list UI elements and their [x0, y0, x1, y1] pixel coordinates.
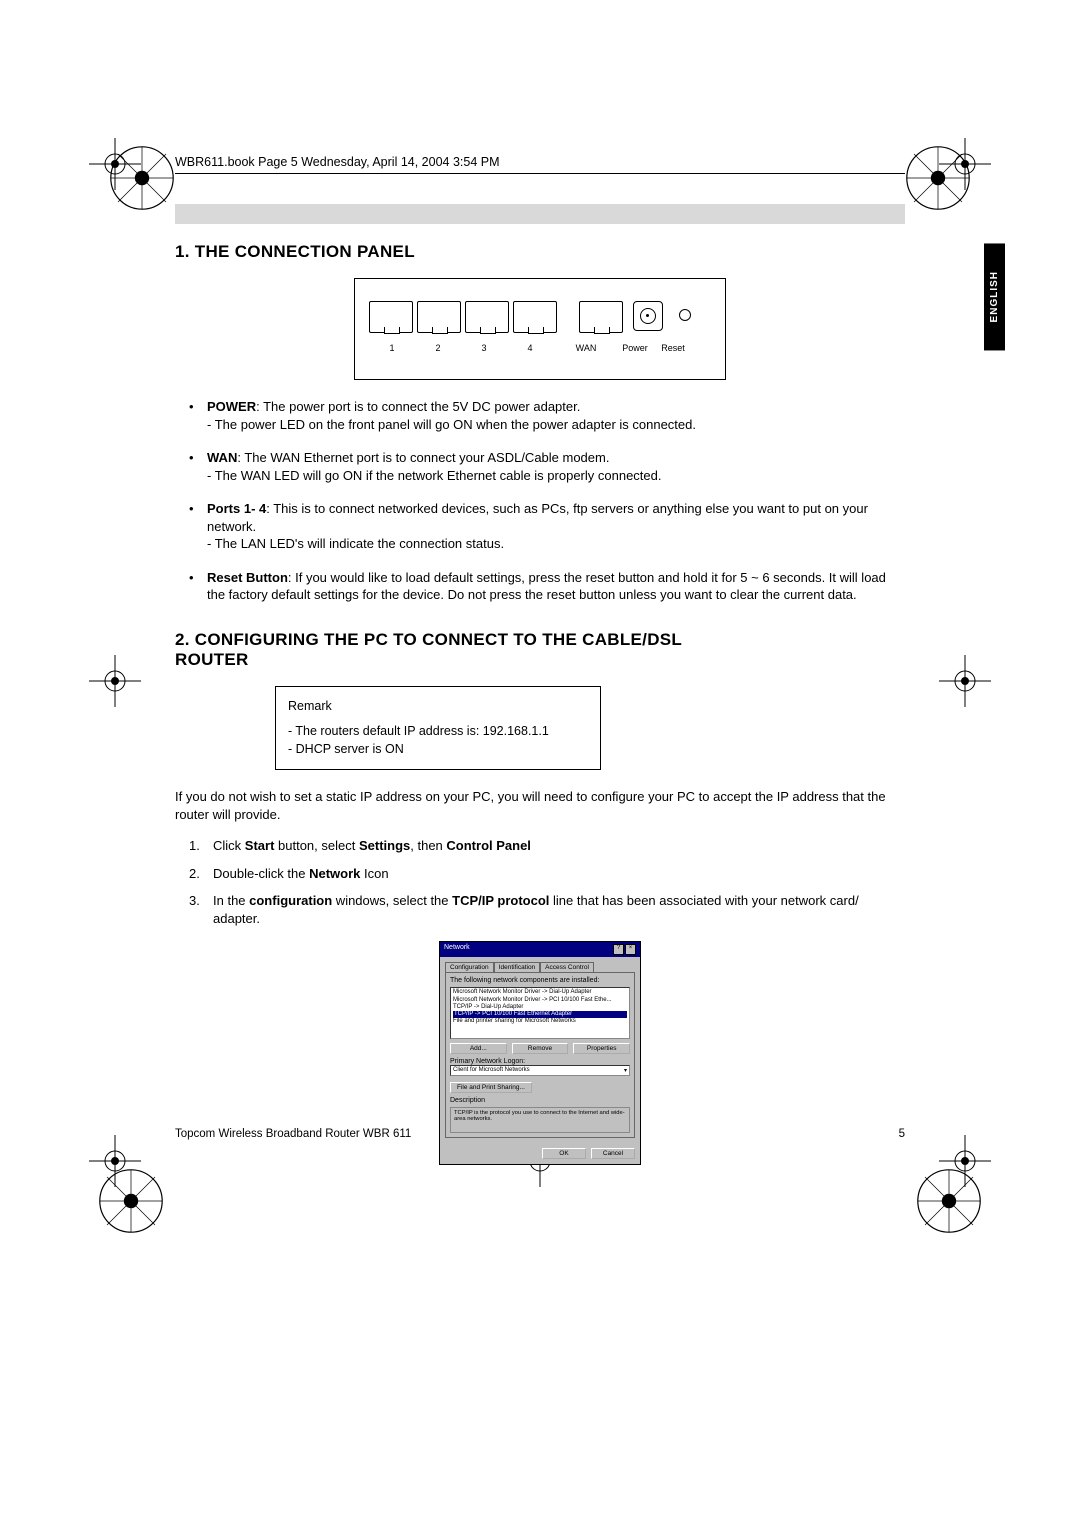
- step-item: In the configuration windows, select the…: [189, 892, 905, 927]
- help-icon[interactable]: ?: [613, 944, 624, 955]
- step-item: Click Start button, select Settings, the…: [189, 837, 905, 855]
- language-tab: ENGLISH: [984, 243, 1005, 350]
- body-paragraph: If you do not wish to set a static IP ad…: [175, 788, 905, 823]
- print-header: WBR611.book Page 5 Wednesday, April 14, …: [175, 155, 905, 174]
- description-label: Description: [450, 1097, 630, 1104]
- panel-description-list: POWER: The power port is to connect the …: [189, 398, 905, 604]
- properties-button[interactable]: Properties: [573, 1043, 630, 1054]
- file-print-sharing-button[interactable]: File and Print Sharing...: [450, 1082, 532, 1093]
- list-item: POWER: The power port is to connect the …: [189, 398, 905, 433]
- crop-rosette-icon: [106, 142, 178, 214]
- list-item: WAN: The WAN Ethernet port is to connect…: [189, 449, 905, 484]
- footer-page-number: 5: [899, 1128, 905, 1140]
- power-jack-icon: [633, 301, 663, 331]
- footer-product: Topcom Wireless Broadband Router WBR 611: [175, 1128, 411, 1140]
- section-1-title: 1. THE CONNECTION PANEL: [175, 242, 905, 262]
- chevron-down-icon: ▾: [624, 1067, 627, 1074]
- reset-hole-icon: [679, 309, 691, 321]
- crop-rosette-icon: [95, 1165, 167, 1237]
- grey-header-bar: [175, 204, 905, 224]
- remark-box: Remark - The routers default IP address …: [275, 686, 601, 770]
- list-item[interactable]: Microsoft Network Monitor Driver -> Dial…: [453, 989, 627, 996]
- wan-label: WAN: [557, 343, 615, 353]
- crop-rosette-icon: [902, 142, 974, 214]
- connection-panel-diagram: 1 2 3 4 WAN Power Reset: [354, 278, 726, 380]
- lan-port-2-icon: [417, 301, 461, 333]
- list-item: Reset Button: If you would like to load …: [189, 569, 905, 604]
- remark-line: - DHCP server is ON: [288, 740, 588, 759]
- tab-access-control[interactable]: Access Control: [540, 962, 594, 972]
- list-item[interactable]: Microsoft Network Monitor Driver -> PCI …: [453, 997, 627, 1004]
- remove-button[interactable]: Remove: [512, 1043, 569, 1054]
- components-listbox[interactable]: Microsoft Network Monitor Driver -> Dial…: [450, 987, 630, 1039]
- dialog-title: Network: [444, 944, 470, 955]
- lan-port-3-icon: [465, 301, 509, 333]
- list-item[interactable]: File and printer sharing for Microsoft N…: [453, 1018, 627, 1025]
- document-page: WBR611.book Page 5 Wednesday, April 14, …: [175, 155, 905, 1165]
- power-label: Power: [615, 343, 655, 353]
- primary-logon-combo[interactable]: Client for Microsoft Networks▾: [450, 1065, 630, 1076]
- port-label: 4: [507, 343, 553, 353]
- list-item: Ports 1- 4: This is to connect networked…: [189, 500, 905, 553]
- step-item: Double-click the Network Icon: [189, 865, 905, 883]
- crop-mark-icon: [89, 655, 141, 707]
- ok-button[interactable]: OK: [542, 1148, 586, 1159]
- tab-configuration[interactable]: Configuration: [445, 962, 494, 972]
- crop-mark-icon: [939, 655, 991, 707]
- cancel-button[interactable]: Cancel: [591, 1148, 635, 1159]
- section-2-title: 2. CONFIGURING THE PC TO CONNECT TO THE …: [175, 630, 695, 670]
- tab-identification[interactable]: Identification: [494, 962, 541, 972]
- lan-port-1-icon: [369, 301, 413, 333]
- remark-line: - The routers default IP address is: 192…: [288, 722, 588, 741]
- steps-list: Click Start button, select Settings, the…: [189, 837, 905, 927]
- close-icon[interactable]: ×: [625, 944, 636, 955]
- dialog-titlebar: Network ? ×: [440, 942, 640, 957]
- lan-port-4-icon: [513, 301, 557, 333]
- page-footer: Topcom Wireless Broadband Router WBR 611…: [175, 1128, 905, 1140]
- port-label: 3: [461, 343, 507, 353]
- list-item-selected[interactable]: TCP/IP -> PCI 10/100 Fast Ethernet Adapt…: [453, 1011, 627, 1018]
- add-button[interactable]: Add...: [450, 1043, 507, 1054]
- remark-title: Remark: [288, 697, 588, 716]
- port-label: 1: [369, 343, 415, 353]
- list-item[interactable]: TCP/IP -> Dial-Up Adapter: [453, 1004, 627, 1011]
- reset-label: Reset: [655, 343, 691, 353]
- logon-label: Primary Network Logon:: [450, 1058, 630, 1065]
- crop-rosette-icon: [913, 1165, 985, 1237]
- port-label: 2: [415, 343, 461, 353]
- wan-port-icon: [579, 301, 623, 333]
- list-label: The following network components are ins…: [450, 977, 630, 984]
